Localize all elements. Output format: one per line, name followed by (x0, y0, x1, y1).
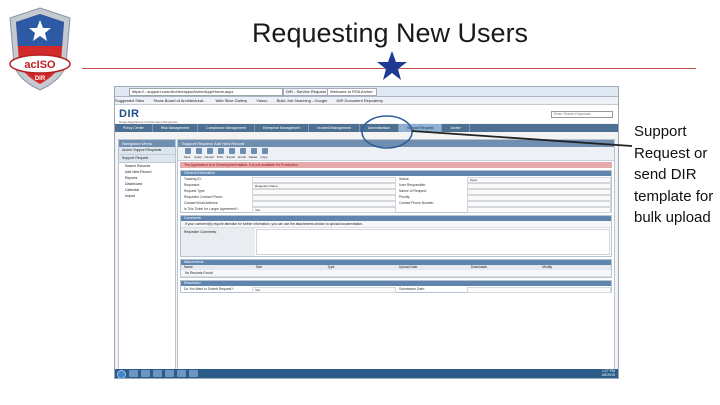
nav-item[interactable]: Administration (360, 124, 400, 132)
nav-item[interactable]: Policy Center (115, 124, 153, 132)
field-label: Submission Date: (399, 287, 425, 291)
toolbar-button[interactable]: Apply (193, 147, 203, 160)
sidebar-header: Navigation Menu (119, 140, 175, 147)
nav-item-support-request[interactable]: Support Request (399, 124, 443, 132)
media-icon[interactable] (153, 370, 162, 377)
nav-item[interactable]: Risk Management (153, 124, 199, 132)
toolbar-button[interactable]: Cancel (204, 147, 214, 160)
browser-tab-active[interactable]: Welcome to RSA Archer (327, 88, 377, 96)
folder-icon[interactable] (141, 370, 150, 377)
favorite-link[interactable]: Suggested Sites (115, 98, 144, 103)
toolbar-button[interactable]: Email (237, 147, 247, 160)
archer-screenshot: https://...support.com/Archer/apps/Arche… (114, 86, 619, 379)
nav-item[interactable]: Archer (442, 124, 470, 132)
slide-title: Requesting New Users (251, 18, 529, 48)
field-label: Is This Ticket for Longer Agreement?: (184, 207, 239, 211)
system-clock: 1:27 PM 1/8/2015 (601, 369, 615, 377)
field-input[interactable]: Yes (252, 207, 396, 213)
toolbar-button[interactable]: Copy (259, 147, 269, 160)
star-icon (377, 51, 407, 80)
nav-item[interactable]: Enterprise Management (255, 124, 310, 132)
start-icon[interactable] (117, 370, 126, 378)
svg-text:DIR: DIR (35, 76, 46, 82)
browser-toolbar: https://...support.com/Archer/apps/Arche… (115, 87, 618, 97)
callout-text: Support Request or send DIR template for… (634, 123, 714, 226)
field-label: Do You Want to Submit Request?: (184, 287, 234, 291)
excel-icon[interactable] (189, 370, 198, 377)
resolution-section: Resolution Do You Want to Submit Request… (180, 280, 612, 293)
record-form: Support Request: Add New Record Save App… (177, 139, 615, 377)
app-header: DIR Texas Department of Information Reso… (115, 105, 618, 124)
comments-textarea[interactable] (256, 229, 610, 255)
attachments-column-header[interactable]: Downloads (468, 265, 540, 270)
nav-item[interactable]: Incident Management (309, 124, 360, 132)
field-input[interactable]: Yes (252, 287, 396, 293)
navigation-menu: Navigation Menu Archer Support Requests … (118, 139, 176, 371)
toolbar-button[interactable]: Print (215, 147, 225, 160)
comments-section: Comments If your comment(s) require atte… (180, 215, 612, 257)
comments-label: Requester Comments: (181, 228, 255, 256)
field-input[interactable] (467, 207, 611, 213)
favorite-link[interactable]: Web Slice Gallery (215, 98, 247, 103)
svg-text:acISO: acISO (24, 59, 56, 71)
sidebar-section[interactable]: Support Request (119, 155, 175, 163)
nav-item[interactable]: Compliance Management (198, 124, 255, 132)
form-row: Do You Want to Submit Request?: Yes Submis… (181, 286, 611, 293)
attachments-column-header[interactable]: Type (324, 265, 396, 270)
favorite-link[interactable]: Texas Board of Architectural... (153, 98, 206, 103)
outlook-icon[interactable] (165, 370, 174, 377)
favorite-link[interactable]: Build Job Seaching - Google (277, 98, 328, 103)
windows-taskbar: 1:27 PM 1/8/2015 (115, 369, 618, 378)
comments-info: If your comment(s) require attention for… (181, 221, 611, 228)
favorites-bar: Suggested Sites Texas Board of Architect… (115, 97, 618, 105)
favorite-link[interactable]: DIR Document Repository (336, 98, 382, 103)
browser-tab[interactable]: DIR - Service Request (283, 88, 329, 96)
field-input[interactable] (467, 287, 611, 293)
toolbar-button[interactable]: Save (182, 147, 192, 160)
toolbar-button[interactable]: Relate (248, 147, 258, 160)
general-information-section: General Information Tracking ID: Status: O… (180, 170, 612, 213)
attachments-section: Attachments Name Size Type Upload Date Downl… (180, 259, 612, 278)
form-title: Support Request: Add New Record (178, 140, 614, 147)
sidebar-section[interactable]: Archer Support Requests (119, 147, 175, 155)
clock-date: 1/8/2015 (601, 372, 615, 377)
main-nav: Policy Center Risk Management Compliance… (115, 124, 618, 132)
favorite-link[interactable]: Yahoo (256, 98, 267, 103)
development-warning: The Application is in Development status… (180, 162, 612, 168)
form-row: Is This Ticket for Longer Agreement?: Yes (181, 206, 611, 213)
toolbar-button[interactable]: Export (226, 147, 236, 160)
ie-icon[interactable] (129, 370, 138, 377)
attachments-column-header[interactable]: Upload Date (396, 265, 468, 270)
address-bar[interactable]: https://...support.com/Archer/apps/Arche… (129, 88, 283, 96)
word-icon[interactable] (177, 370, 186, 377)
form-toolbar: Save Apply Cancel Print Export Email Rel… (178, 147, 614, 161)
attachments-column-header[interactable]: Size (253, 265, 325, 270)
attachments-empty: No Records Found (181, 270, 611, 277)
field-label (396, 206, 467, 212)
sidebar-item[interactable]: Import (119, 193, 175, 199)
dir-logo: DIR (119, 108, 140, 120)
app-search-input[interactable]: Enter Search Keywords (551, 111, 613, 118)
attachments-column-header[interactable]: Modify (539, 265, 611, 270)
